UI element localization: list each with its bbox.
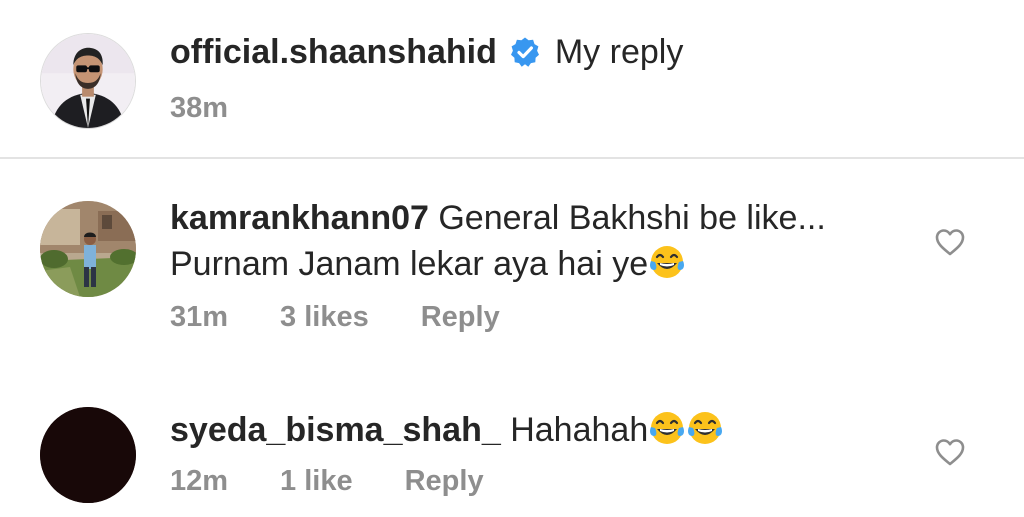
avatar-official-shaanshahid[interactable] — [40, 33, 136, 129]
caption-meta: 38m — [170, 91, 280, 125]
comment-likes-count[interactable]: 1 like — [280, 465, 353, 497]
caption-timestamp: 38m — [170, 92, 229, 124]
tears-of-joy-emoji — [648, 409, 686, 447]
comment-item: kamrankhann07 General Bakhshi be like...… — [0, 159, 1024, 349]
comment-text: Hahahah — [510, 411, 649, 449]
caption-text: My reply — [554, 33, 684, 71]
tears-of-joy-emoji — [648, 243, 686, 281]
verified-badge-icon — [509, 36, 541, 68]
comment-timestamp: 12m — [170, 465, 229, 497]
like-heart-icon[interactable] — [934, 227, 966, 257]
comment-text-line-1: syeda_bisma_shah_ Hahahah — [170, 409, 724, 450]
comment-text-continued: Purnam Janam lekar aya hai ye — [170, 245, 649, 283]
avatar-kamrankhann07[interactable] — [40, 201, 136, 297]
caption-line: official.shaanshahid My reply — [170, 32, 683, 72]
caption-row: official.shaanshahid My reply 38m — [0, 0, 1024, 158]
profile-photo — [40, 201, 136, 297]
comment-username[interactable]: syeda_bisma_shah_ — [170, 411, 501, 449]
comment-meta: 31m 3 likes Reply — [170, 300, 552, 334]
comment-text-line-2: Purnam Janam lekar aya hai ye — [170, 243, 686, 284]
comment-meta: 12m 1 like Reply — [170, 464, 536, 498]
profile-photo — [41, 34, 135, 128]
comment-timestamp: 31m — [170, 301, 229, 333]
like-heart-icon[interactable] — [934, 437, 966, 467]
avatar-syeda-bisma-shah[interactable] — [40, 407, 136, 503]
tears-of-joy-emoji — [686, 409, 724, 447]
reply-button[interactable]: Reply — [421, 301, 500, 333]
comment-text: General Bakhshi be like... — [438, 199, 826, 237]
reply-button[interactable]: Reply — [405, 465, 484, 497]
profile-photo — [40, 407, 136, 503]
comment-likes-count[interactable]: 3 likes — [280, 301, 369, 333]
comment-username[interactable]: kamrankhann07 — [170, 199, 429, 237]
comment-text-line-1: kamrankhann07 General Bakhshi be like... — [170, 198, 826, 238]
caption-username[interactable]: official.shaanshahid — [170, 33, 497, 71]
comment-item: syeda_bisma_shah_ Hahahah 12m 1 like Reply — [0, 349, 1024, 517]
